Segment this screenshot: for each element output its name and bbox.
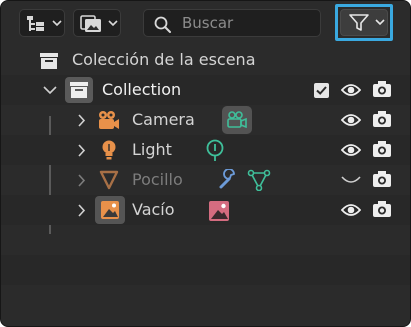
display-mode-dropdown[interactable] xyxy=(19,9,65,37)
camera-render-icon[interactable] xyxy=(372,80,392,98)
search-field[interactable] xyxy=(143,9,321,37)
collection-row[interactable]: Collection xyxy=(1,75,410,105)
filter-button[interactable] xyxy=(340,9,388,36)
scene-collection-label: Colección de la escena xyxy=(72,50,256,69)
object-row-light[interactable]: Light xyxy=(1,135,410,165)
light-data-icon[interactable] xyxy=(204,139,226,163)
mesh-data-icon[interactable] xyxy=(247,169,271,191)
object-label-vacio: Vacío xyxy=(132,200,175,219)
outliner-tree-icon xyxy=(27,16,44,31)
object-label-camera: Camera xyxy=(132,110,195,129)
disclosure-collapsed-icon[interactable] xyxy=(77,174,86,187)
chevron-down-icon xyxy=(52,20,62,27)
disclosure-expanded-icon[interactable] xyxy=(43,85,57,95)
empty-image-object-tile xyxy=(95,196,125,224)
camera-render-icon[interactable] xyxy=(372,170,392,188)
blend-file-view-dropdown[interactable] xyxy=(73,9,121,37)
collection-box-icon xyxy=(70,82,88,98)
camera-data-tile[interactable] xyxy=(222,106,252,134)
outliner-header xyxy=(1,1,410,43)
object-row-vacio[interactable]: Vacío xyxy=(1,195,410,225)
search-icon xyxy=(154,16,171,33)
eye-closed-icon[interactable] xyxy=(341,175,361,185)
funnel-icon xyxy=(349,14,369,31)
disclosure-collapsed-icon[interactable] xyxy=(77,144,86,157)
checkbox-checked-icon[interactable] xyxy=(314,83,329,98)
mesh-object-icon xyxy=(99,170,119,190)
light-object-icon xyxy=(102,140,116,160)
camera-object-icon xyxy=(99,111,119,129)
camera-render-icon[interactable] xyxy=(372,200,392,218)
empty-row xyxy=(1,255,410,285)
scene-collection-row[interactable]: Colección de la escena xyxy=(1,45,410,75)
empty-row xyxy=(1,225,410,255)
wrench-modifier-icon[interactable] xyxy=(217,169,239,191)
outliner-panel: Colección de la escena Collection xyxy=(0,0,411,327)
eye-icon[interactable] xyxy=(341,83,361,97)
chevron-down-icon xyxy=(108,20,118,27)
image-empty-icon xyxy=(101,201,119,219)
search-input[interactable] xyxy=(182,13,317,33)
eye-icon[interactable] xyxy=(341,203,361,217)
camera-render-icon[interactable] xyxy=(372,140,392,158)
collection-icon-tile xyxy=(65,77,93,103)
object-label-pocillo: Pocillo xyxy=(132,170,183,189)
collection-label: Collection xyxy=(102,80,182,99)
image-stack-icon xyxy=(80,15,101,32)
object-row-camera[interactable]: Camera xyxy=(1,105,410,135)
image-data-icon[interactable] xyxy=(208,200,230,222)
filter-highlight-box xyxy=(335,4,393,41)
collection-box-icon xyxy=(40,53,58,69)
empty-row xyxy=(1,285,410,315)
eye-icon[interactable] xyxy=(341,143,361,157)
disclosure-collapsed-icon[interactable] xyxy=(77,204,86,217)
eye-icon[interactable] xyxy=(341,113,361,127)
object-label-light: Light xyxy=(132,140,172,159)
camera-render-icon[interactable] xyxy=(372,110,392,128)
camera-data-icon xyxy=(227,111,247,129)
object-row-pocillo[interactable]: Pocillo xyxy=(1,165,410,195)
chevron-down-icon xyxy=(375,19,385,26)
disclosure-collapsed-icon[interactable] xyxy=(77,114,86,127)
